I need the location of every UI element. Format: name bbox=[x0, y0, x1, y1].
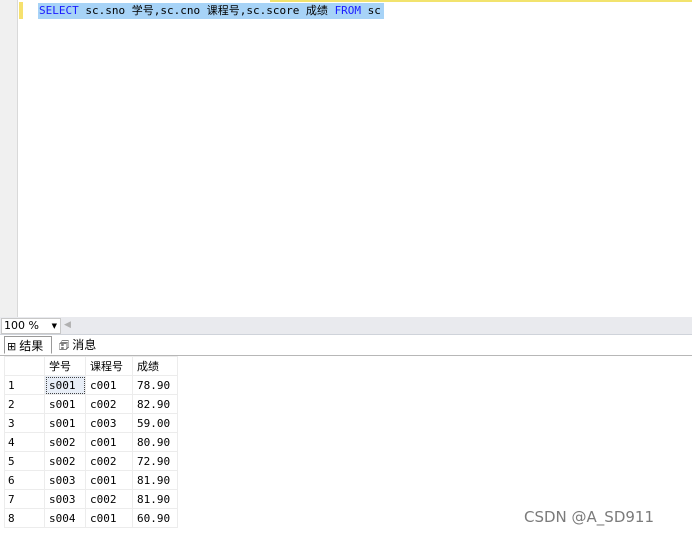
cell-sno[interactable]: s004 bbox=[44, 508, 86, 528]
cell-sno[interactable]: s003 bbox=[44, 489, 86, 509]
sql-keyword-select: SELECT bbox=[39, 4, 79, 17]
editor-gutter bbox=[0, 0, 18, 317]
cell-cno[interactable]: c002 bbox=[85, 394, 133, 414]
grid-header-row: 学号 课程号 成绩 bbox=[4, 356, 178, 376]
tab-messages-label: 消息 bbox=[72, 338, 97, 352]
cell-cno[interactable]: c001 bbox=[85, 375, 133, 395]
zoom-bar: 100 % ▼ ◀ bbox=[0, 317, 692, 335]
editor-top-border bbox=[270, 0, 692, 2]
table-row[interactable]: 4 s002 c001 80.90 bbox=[4, 432, 178, 452]
column-header-sno[interactable]: 学号 bbox=[44, 356, 86, 376]
cell-sno[interactable]: s003 bbox=[44, 470, 86, 490]
sql-select-list: sc.sno 学号,sc.cno 课程号,sc.score 成绩 bbox=[78, 4, 335, 17]
sql-editor[interactable]: SELECT sc.sno 学号,sc.cno 课程号,sc.score 成绩 … bbox=[0, 0, 692, 317]
cell-score[interactable]: 81.90 bbox=[132, 489, 178, 509]
cell-score[interactable]: 80.90 bbox=[132, 432, 178, 452]
row-number[interactable]: 2 bbox=[4, 394, 45, 414]
results-tabs: ⊞ 结果 🗊 消息 bbox=[0, 335, 692, 356]
tab-results[interactable]: ⊞ 结果 bbox=[4, 336, 52, 354]
cell-score[interactable]: 60.90 bbox=[132, 508, 178, 528]
cell-cno[interactable]: c003 bbox=[85, 413, 133, 433]
cell-cno[interactable]: c001 bbox=[85, 432, 133, 452]
results-grid: 学号 课程号 成绩 1 s001 c001 78.90 2 s001 c002 … bbox=[4, 356, 178, 528]
change-marker bbox=[19, 2, 23, 19]
cell-sno[interactable]: s001 bbox=[44, 375, 86, 395]
table-row[interactable]: 1 s001 c001 78.90 bbox=[4, 375, 178, 395]
row-number-header bbox=[4, 356, 45, 376]
table-row[interactable]: 2 s001 c002 82.90 bbox=[4, 394, 178, 414]
row-number[interactable]: 3 bbox=[4, 413, 45, 433]
tab-messages[interactable]: 🗊 消息 bbox=[57, 336, 105, 354]
zoom-dropdown[interactable]: 100 % ▼ bbox=[1, 318, 61, 334]
row-number[interactable]: 1 bbox=[4, 375, 45, 395]
chevron-down-icon: ▼ bbox=[51, 322, 57, 330]
table-row[interactable]: 3 s001 c003 59.00 bbox=[4, 413, 178, 433]
zoom-value: 100 % bbox=[4, 319, 39, 332]
table-row[interactable]: 5 s002 c002 72.90 bbox=[4, 451, 178, 471]
cell-sno[interactable]: s002 bbox=[44, 432, 86, 452]
cell-score[interactable]: 81.90 bbox=[132, 470, 178, 490]
row-number[interactable]: 4 bbox=[4, 432, 45, 452]
tab-results-label: 结果 bbox=[19, 339, 44, 353]
watermark: CSDN @A_SD911 bbox=[524, 508, 654, 526]
row-number[interactable]: 5 bbox=[4, 451, 45, 471]
cell-sno[interactable]: s001 bbox=[44, 394, 86, 414]
message-icon: 🗊 bbox=[59, 339, 70, 352]
sql-query-line[interactable]: SELECT sc.sno 学号,sc.cno 课程号,sc.score 成绩 … bbox=[38, 3, 384, 19]
cell-score[interactable]: 72.90 bbox=[132, 451, 178, 471]
table-row[interactable]: 8 s004 c001 60.90 bbox=[4, 508, 178, 528]
row-number[interactable]: 8 bbox=[4, 508, 45, 528]
cell-score[interactable]: 78.90 bbox=[132, 375, 178, 395]
cell-cno[interactable]: c001 bbox=[85, 470, 133, 490]
cell-cno[interactable]: c001 bbox=[85, 508, 133, 528]
column-header-cno[interactable]: 课程号 bbox=[85, 356, 133, 376]
cell-cno[interactable]: c002 bbox=[85, 451, 133, 471]
cell-cno[interactable]: c002 bbox=[85, 489, 133, 509]
cell-score[interactable]: 59.00 bbox=[132, 413, 178, 433]
column-header-score[interactable]: 成绩 bbox=[132, 356, 178, 376]
scroll-left-arrow-icon[interactable]: ◀ bbox=[64, 318, 71, 332]
cell-sno[interactable]: s001 bbox=[44, 413, 86, 433]
row-number[interactable]: 7 bbox=[4, 489, 45, 509]
grid-icon: ⊞ bbox=[7, 340, 17, 353]
cell-sno[interactable]: s002 bbox=[44, 451, 86, 471]
sql-keyword-from: FROM bbox=[334, 4, 362, 17]
cell-score[interactable]: 82.90 bbox=[132, 394, 178, 414]
table-row[interactable]: 7 s003 c002 81.90 bbox=[4, 489, 178, 509]
sql-table-name: sc bbox=[361, 4, 381, 17]
table-row[interactable]: 6 s003 c001 81.90 bbox=[4, 470, 178, 490]
row-number[interactable]: 6 bbox=[4, 470, 45, 490]
